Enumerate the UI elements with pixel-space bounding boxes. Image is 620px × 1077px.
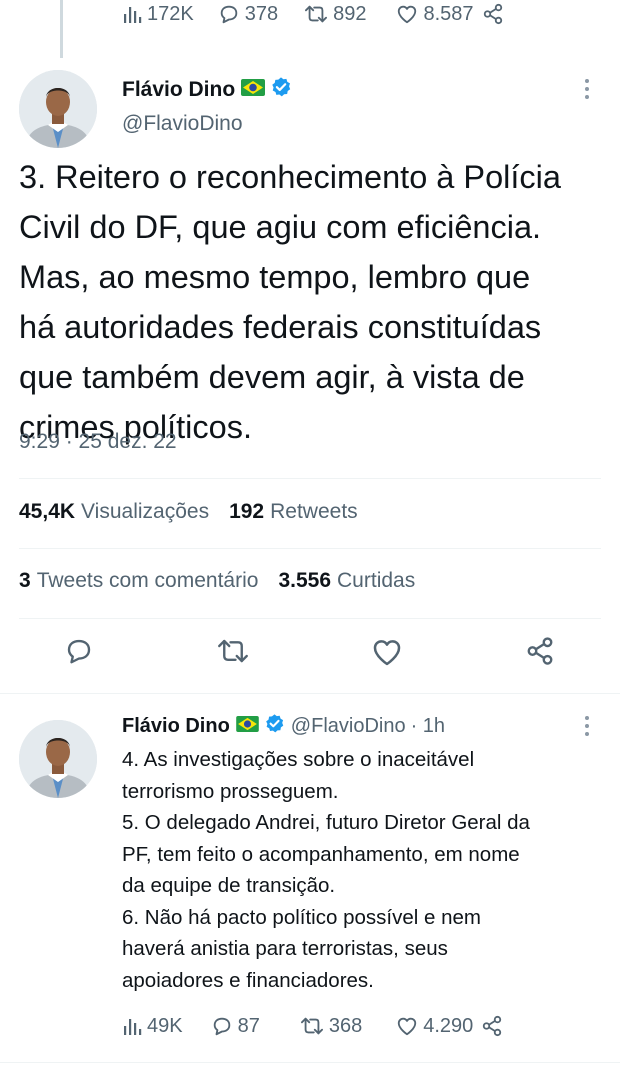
reply-paragraph: 6. Não há pacto político possível e nem … bbox=[122, 902, 602, 997]
speech-bubble-icon bbox=[67, 639, 91, 664]
profile-photo bbox=[19, 70, 97, 148]
share-button[interactable] bbox=[481, 1015, 503, 1037]
reply-count: 87 bbox=[237, 1014, 260, 1037]
views-retweets-stats: 45,4K Visualizações 192 Retweets bbox=[19, 500, 358, 524]
more-options-button[interactable] bbox=[582, 78, 592, 105]
views-metric[interactable]: 172K bbox=[122, 3, 194, 26]
retweet-arrows-icon bbox=[300, 1017, 323, 1035]
reply-author-handle[interactable]: @FlavioDino bbox=[291, 715, 406, 738]
retweet-arrows-icon bbox=[305, 5, 328, 23]
retweet-count: 892 bbox=[333, 2, 367, 25]
reply-text-line: 6. Não há pacto político possível e nem bbox=[122, 905, 481, 929]
like-metric[interactable]: 8.587 bbox=[396, 2, 474, 26]
reply-author-avatar[interactable] bbox=[19, 720, 97, 798]
quotes-label[interactable]: Tweets com comentário bbox=[37, 569, 259, 593]
vertical-dots-icon bbox=[585, 716, 589, 736]
retweet-count: 368 bbox=[328, 1014, 363, 1037]
bar-chart-icon bbox=[124, 7, 142, 23]
author-name[interactable]: Flávio Dino bbox=[122, 78, 235, 102]
reply-text-line: da equipe de transição. bbox=[122, 874, 336, 897]
reply-count: 378 bbox=[244, 2, 279, 25]
tweet-text-line: que também devem agir, à vista de bbox=[19, 359, 525, 395]
reply-text-line: terrorismo prosseguem. bbox=[122, 779, 339, 803]
like-count: 4.290 bbox=[423, 1014, 474, 1037]
share-nodes-icon bbox=[483, 1015, 502, 1037]
brazil-flag-icon bbox=[241, 78, 266, 101]
heart-icon bbox=[373, 640, 401, 666]
reply-text-line: PF, tem feito o acompanhamento, em nome bbox=[122, 842, 520, 866]
reply-more-options-button[interactable] bbox=[582, 715, 592, 742]
likes-count[interactable]: 3.556 bbox=[278, 569, 331, 593]
tweet-text-line: há autoridades federais constituídas bbox=[19, 309, 542, 345]
divider bbox=[19, 548, 601, 549]
like-count: 8.587 bbox=[423, 2, 474, 25]
reply-tweet-body: 4. As investigações sobre o inaceitável … bbox=[122, 744, 602, 996]
previous-tweet-metrics: 172K 378 892 8.587 bbox=[122, 0, 504, 28]
reply-metric[interactable]: 87 bbox=[211, 1015, 260, 1038]
tweet-timestamp[interactable]: 9:29 · 25 dez. 22 bbox=[19, 430, 177, 454]
profile-photo bbox=[19, 720, 97, 798]
reply-button[interactable] bbox=[64, 636, 94, 671]
quotes-likes-stats: 3 Tweets com comentário 3.556 Curtidas bbox=[19, 569, 415, 593]
reply-time[interactable]: · 1h bbox=[411, 715, 445, 738]
views-label: Visualizações bbox=[81, 500, 210, 523]
tweet-text-line: Civil do DF, que agiu com eficiência. bbox=[19, 209, 542, 245]
author-avatar[interactable] bbox=[19, 70, 97, 148]
vertical-dots-icon bbox=[585, 79, 589, 99]
divider bbox=[0, 693, 620, 694]
tweet-text-line: 3. Reitero o reconhecimento à Polícia bbox=[19, 159, 561, 195]
like-metric[interactable]: 4.290 bbox=[396, 1015, 473, 1038]
verified-badge-icon bbox=[264, 713, 285, 739]
retweets-count[interactable]: 192 bbox=[229, 500, 264, 524]
reply-text-line: 4. As investigações sobre o inaceitável bbox=[122, 748, 475, 771]
like-button[interactable] bbox=[371, 636, 403, 673]
reply-metric[interactable]: 378 bbox=[218, 3, 278, 26]
views-count: 49K bbox=[147, 1014, 183, 1037]
tweet-text-line: Mas, ao mesmo tempo, lembro que bbox=[19, 259, 531, 295]
speech-bubble-icon bbox=[220, 5, 237, 24]
heart-icon bbox=[398, 1017, 417, 1036]
retweet-metric[interactable]: 368 bbox=[300, 1015, 362, 1038]
heart-icon bbox=[398, 5, 417, 24]
retweet-metric[interactable]: 892 bbox=[304, 3, 366, 26]
reply-text-line: apoiadores e financiadores. bbox=[122, 968, 374, 992]
reply-tweet-metrics: 49K 87 368 4.290 bbox=[122, 1012, 503, 1040]
divider bbox=[19, 478, 601, 479]
share-nodes-icon bbox=[527, 637, 553, 665]
thread-connector-line bbox=[60, 0, 63, 58]
share-button[interactable] bbox=[482, 3, 504, 25]
views-metric[interactable]: 49K bbox=[122, 1015, 183, 1038]
divider bbox=[0, 1062, 620, 1063]
brazil-flag-icon bbox=[236, 715, 259, 737]
reply-paragraph: 4. As investigações sobre o inaceitável … bbox=[122, 744, 602, 807]
reply-author-name[interactable]: Flávio Dino bbox=[122, 715, 230, 738]
reply-text-line: haverá anistia para terroristas, seus bbox=[122, 937, 448, 960]
quotes-count[interactable]: 3 bbox=[19, 569, 31, 593]
retweet-arrows-icon bbox=[218, 639, 248, 663]
reply-author-line: Flávio Dino @FlavioDino · 1h bbox=[122, 713, 445, 739]
verified-badge-icon bbox=[270, 76, 292, 103]
speech-bubble-icon bbox=[213, 1017, 230, 1036]
reply-text-line: 5. O delegado Andrei, futuro Diretor Ger… bbox=[122, 811, 530, 834]
views-count: 45,4K bbox=[19, 500, 76, 523]
bar-chart-icon bbox=[124, 1019, 142, 1035]
retweets-label[interactable]: Retweets bbox=[270, 500, 358, 524]
retweet-button[interactable] bbox=[216, 636, 250, 671]
tweet-action-bar bbox=[0, 636, 620, 676]
likes-label[interactable]: Curtidas bbox=[337, 569, 415, 593]
author-name-line: Flávio Dino bbox=[122, 76, 292, 103]
reply-paragraph: 5. O delegado Andrei, futuro Diretor Ger… bbox=[122, 807, 602, 902]
tweet-body: 3. Reitero o reconhecimento à Polícia Ci… bbox=[19, 152, 609, 452]
share-nodes-icon bbox=[483, 3, 502, 25]
divider bbox=[19, 618, 601, 619]
share-button[interactable] bbox=[525, 636, 555, 671]
views-count: 172K bbox=[147, 2, 194, 25]
author-handle[interactable]: @FlavioDino bbox=[122, 112, 243, 136]
